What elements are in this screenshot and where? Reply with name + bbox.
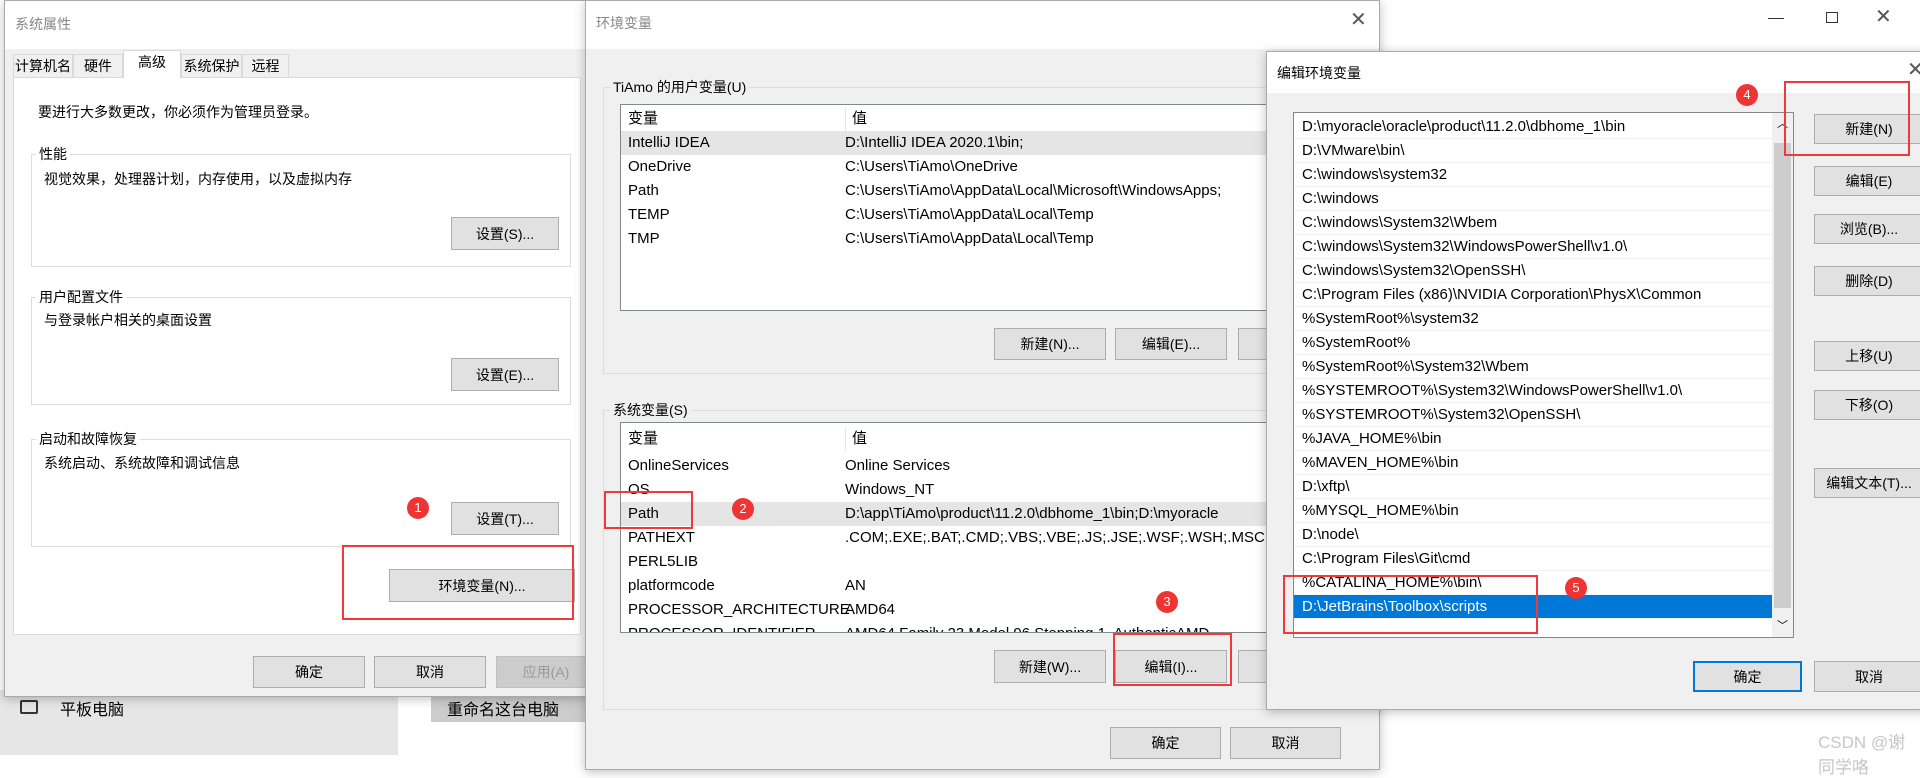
move-down-button[interactable]: 下移(O) xyxy=(1814,390,1920,420)
highlight-new-button xyxy=(1784,81,1910,156)
variable-name: PATHEXT xyxy=(628,529,695,546)
edit-text-button[interactable]: 编辑文本(T)... xyxy=(1814,468,1920,498)
variable-value: .COM;.EXE;.BAT;.CMD;.VBS;.VBE;.JS;.JSE;.… xyxy=(845,529,1265,546)
admin-notice: 要进行大多数更改，你必须作为管理员登录。 xyxy=(38,104,318,120)
ok-button[interactable]: 确定 xyxy=(1110,727,1221,759)
highlight-edit-button xyxy=(1113,633,1232,686)
user-profile-settings-button[interactable]: 设置(E)... xyxy=(451,358,559,391)
scroll-down-icon[interactable]: ﹀ xyxy=(1777,617,1788,633)
close-icon[interactable]: ✕ xyxy=(1907,57,1920,82)
variable-value: Online Services xyxy=(845,457,951,474)
scrollbar-thumb[interactable] xyxy=(1774,143,1791,608)
cancel-button[interactable]: 取消 xyxy=(1814,661,1920,692)
variable-name: PROCESSOR_ARCHITECTURE xyxy=(628,601,850,618)
path-entry[interactable]: %SYSTEMROOT%\System32\WindowsPowerShell\… xyxy=(1294,379,1772,403)
tab-hardware[interactable]: 硬件 xyxy=(73,54,123,77)
path-entry[interactable]: %SYSTEMROOT%\System32\OpenSSH\ xyxy=(1294,403,1772,427)
browse-button[interactable]: 浏览(B)... xyxy=(1814,214,1920,244)
variable-value: C:\Users\TiAmo\AppData\Local\Temp xyxy=(845,230,1094,247)
step-badge-1: 1 xyxy=(407,497,429,519)
path-entry[interactable]: D:\VMware\bin\ xyxy=(1294,139,1772,163)
move-up-button[interactable]: 上移(U) xyxy=(1814,341,1920,371)
variable-value: D:\app\TiAmo\product\11.2.0\dbhome_1\bin… xyxy=(845,505,1219,522)
user-new-button[interactable]: 新建(N)... xyxy=(994,328,1106,360)
variable-value: AN xyxy=(845,577,866,594)
variable-value: AMD64 Family 23 Model 96 Stepping 1, Aut… xyxy=(845,622,1209,632)
variable-value: D:\IntelliJ IDEA 2020.1\bin; xyxy=(845,134,1024,151)
close-icon[interactable]: ✕ xyxy=(1350,7,1367,32)
path-entry[interactable]: C:\windows\System32\Wbem xyxy=(1294,211,1772,235)
path-entry[interactable]: C:\windows\System32\OpenSSH\ xyxy=(1294,259,1772,283)
cancel-button[interactable]: 取消 xyxy=(374,656,486,688)
variable-name: PERL5LIB xyxy=(628,553,699,570)
variable-name: platformcode xyxy=(628,577,715,594)
step-badge-5: 5 xyxy=(1565,577,1587,599)
cancel-button[interactable]: 取消 xyxy=(1230,727,1341,759)
tablet-icon xyxy=(20,700,38,714)
variable-name: TEMP xyxy=(628,206,670,223)
variable-value: AMD64 xyxy=(845,601,896,618)
tab-advanced[interactable]: 高级 xyxy=(123,50,181,78)
path-entry[interactable]: C:\Program Files\Git\cmd xyxy=(1294,547,1772,571)
path-entry[interactable]: C:\windows\system32 xyxy=(1294,163,1772,187)
group-user-profiles: 用户配置文件 与登录帐户相关的桌面设置 设置(E)... xyxy=(31,287,571,405)
variable-value: C:\Users\TiAmo\AppData\Local\Temp xyxy=(845,206,1094,223)
environment-variables-window: 环境变量 ✕ TiAmo 的用户变量(U) 变量 值 IntelliJ IDEA… xyxy=(585,0,1420,770)
path-entry[interactable]: D:\xftp\ xyxy=(1294,475,1772,499)
tab-computer-name[interactable]: 计算机名 xyxy=(13,54,73,77)
ok-button[interactable]: 确定 xyxy=(253,656,365,688)
variable-name: TMP xyxy=(628,230,660,247)
title-bar: 环境变量 ✕ xyxy=(586,1,1379,49)
path-entry[interactable]: D:\myoracle\oracle\product\11.2.0\dbhome… xyxy=(1294,115,1772,139)
settings-item-tablet[interactable]: 平板电脑 xyxy=(60,696,124,720)
step-badge-3: 3 xyxy=(1156,591,1178,613)
tab-system-protection[interactable]: 系统保护 xyxy=(181,54,242,77)
variable-name: PROCESSOR_IDENTIFIER xyxy=(628,622,816,632)
watermark: CSDN @谢同学咯 xyxy=(1818,733,1906,777)
path-entry[interactable]: %SystemRoot%\system32 xyxy=(1294,307,1772,331)
tab-remote[interactable]: 远程 xyxy=(242,54,289,77)
variable-value: C:\Users\TiAmo\AppData\Local\Microsoft\W… xyxy=(845,182,1222,199)
system-new-button[interactable]: 新建(W)... xyxy=(994,650,1106,683)
user-edit-button[interactable]: 编辑(E)... xyxy=(1115,328,1227,360)
path-entries-list[interactable]: D:\JetBrains\Toolbox\scripts %CATALINA_HO… xyxy=(1293,112,1794,638)
path-entry[interactable]: %SystemRoot% xyxy=(1294,331,1772,355)
path-entry[interactable]: %MYSQL_HOME%\bin xyxy=(1294,499,1772,523)
minimize-icon[interactable] xyxy=(1768,18,1784,19)
window-title: 系统属性 xyxy=(15,16,71,32)
path-entry[interactable]: %MAVEN_HOME%\bin xyxy=(1294,451,1772,475)
window-title: 环境变量 xyxy=(596,15,652,31)
highlight-new-entry xyxy=(1283,575,1538,634)
delete-button[interactable]: 删除(D) xyxy=(1814,266,1920,296)
variable-value: Windows_NT xyxy=(845,481,935,498)
path-entry[interactable]: C:\windows xyxy=(1294,187,1772,211)
variable-name: OnlineServices xyxy=(628,457,729,474)
highlight-path-row xyxy=(604,491,693,529)
path-entry[interactable]: %JAVA_HOME%\bin xyxy=(1294,427,1772,451)
group-startup-recovery: 启动和故障恢复 系统启动、系统故障和调试信息 设置(T)... xyxy=(31,429,571,547)
highlight-env-button xyxy=(342,545,574,620)
performance-settings-button[interactable]: 设置(S)... xyxy=(451,217,559,250)
ok-button[interactable]: 确定 xyxy=(1693,661,1802,692)
startup-settings-button[interactable]: 设置(T)... xyxy=(451,502,559,535)
path-entry[interactable]: %SystemRoot%\System32\Wbem xyxy=(1294,355,1772,379)
settings-sidebar: 平板电脑 xyxy=(0,690,398,755)
scrollbar[interactable]: ︿ ﹀ xyxy=(1772,113,1793,637)
path-entry[interactable]: C:\Program Files (x86)\NVIDIA Corporatio… xyxy=(1294,283,1772,307)
path-entry[interactable]: C:\windows\System32\WindowsPowerShell\v1… xyxy=(1294,235,1772,259)
variable-name: OneDrive xyxy=(628,158,692,175)
close-icon[interactable]: ✕ xyxy=(1875,4,1892,29)
apply-button[interactable]: 应用(A) xyxy=(496,656,596,688)
restore-icon[interactable] xyxy=(1826,12,1838,23)
group-performance: 性能 视觉效果，处理器计划，内存使用，以及虚拟内存 设置(S)... xyxy=(31,144,571,267)
title-bar: 系统属性 xyxy=(5,1,587,49)
step-badge-4: 4 xyxy=(1736,84,1758,106)
dialog-title: 编辑环境变量 xyxy=(1277,65,1361,81)
path-entry[interactable]: D:\node\ xyxy=(1294,523,1772,547)
step-badge-2: 2 xyxy=(732,498,754,520)
variable-name: IntelliJ IDEA xyxy=(628,134,710,151)
edit-button[interactable]: 编辑(E) xyxy=(1814,166,1920,196)
variable-name: Path xyxy=(628,182,659,199)
variable-value: C:\Users\TiAmo\OneDrive xyxy=(845,158,1018,175)
